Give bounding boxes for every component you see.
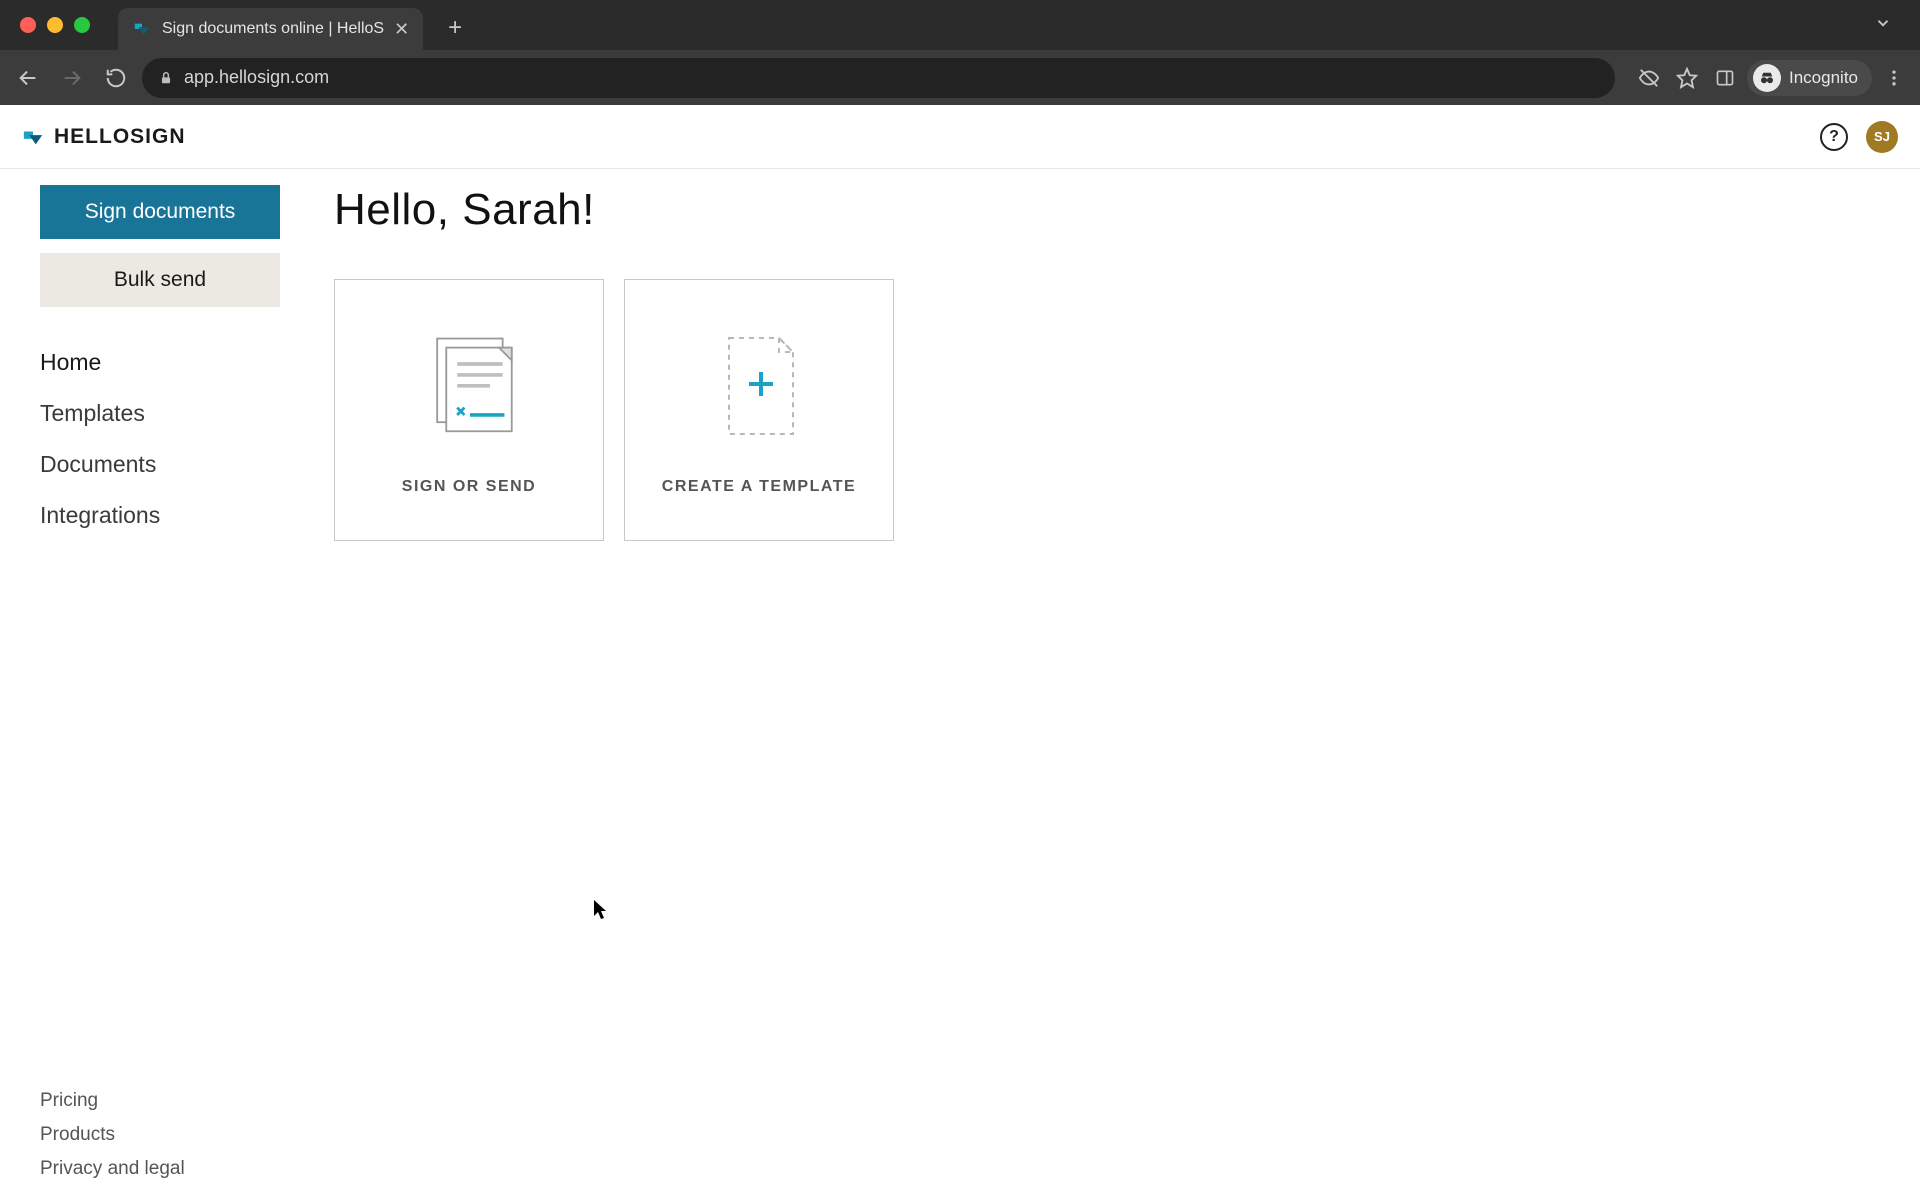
- app-body: Sign documents Bulk send Home Templates …: [0, 105, 1920, 1200]
- browser-chrome: Sign documents online | HelloS ✕ + app.h…: [0, 0, 1920, 105]
- minimize-window-button[interactable]: [47, 17, 63, 33]
- sidebar-nav: Home Templates Documents Integrations: [40, 349, 280, 529]
- card-label: SIGN OR SEND: [402, 478, 536, 496]
- tab-bar: Sign documents online | HelloS ✕ +: [0, 0, 1920, 50]
- new-tab-button[interactable]: +: [441, 14, 469, 42]
- reload-button[interactable]: [98, 60, 134, 96]
- url-field[interactable]: app.hellosign.com: [142, 58, 1615, 98]
- action-cards: SIGN OR SEND CREATE A TEMPLATE: [334, 279, 1906, 541]
- footer-link-products[interactable]: Products: [40, 1124, 280, 1146]
- main-content: Hello, Sarah! SIGN OR SEND: [320, 105, 1920, 1200]
- logo[interactable]: HELLOSIGN: [22, 125, 186, 149]
- eye-off-icon[interactable]: [1633, 62, 1665, 94]
- sidebar-item-integrations[interactable]: Integrations: [40, 502, 280, 529]
- kebab-menu-icon[interactable]: [1878, 62, 1910, 94]
- tabs-overflow-icon[interactable]: [1874, 14, 1892, 37]
- template-plus-icon: [709, 324, 809, 444]
- browser-tab[interactable]: Sign documents online | HelloS ✕: [118, 8, 423, 50]
- close-tab-icon[interactable]: ✕: [394, 19, 409, 40]
- card-create-template[interactable]: CREATE A TEMPLATE: [624, 279, 894, 541]
- footer-link-pricing[interactable]: Pricing: [40, 1090, 280, 1112]
- avatar-initials: SJ: [1874, 129, 1890, 144]
- logo-text: HELLOSIGN: [54, 125, 186, 149]
- address-bar: app.hellosign.com Incognito: [0, 50, 1920, 105]
- sidebar: Sign documents Bulk send Home Templates …: [0, 105, 320, 1200]
- incognito-icon: [1753, 64, 1781, 92]
- bulk-send-button[interactable]: Bulk send: [40, 253, 280, 307]
- document-sign-icon: [419, 324, 519, 444]
- sidebar-footer: Pricing Products Privacy and legal: [40, 1090, 280, 1200]
- close-window-button[interactable]: [20, 17, 36, 33]
- sidebar-item-documents[interactable]: Documents: [40, 451, 280, 478]
- page-title: Hello, Sarah!: [334, 185, 1906, 235]
- sign-documents-button[interactable]: Sign documents: [40, 185, 280, 239]
- forward-button[interactable]: [54, 60, 90, 96]
- window-controls: [20, 17, 90, 33]
- footer-link-privacy[interactable]: Privacy and legal: [40, 1158, 280, 1180]
- panel-icon[interactable]: [1709, 62, 1741, 94]
- back-button[interactable]: [10, 60, 46, 96]
- url-text: app.hellosign.com: [184, 67, 329, 88]
- favicon-icon: [132, 19, 152, 39]
- help-icon[interactable]: ?: [1820, 123, 1848, 151]
- incognito-chip[interactable]: Incognito: [1747, 60, 1872, 96]
- tab-title: Sign documents online | HelloS: [162, 20, 384, 38]
- logo-mark-icon: [22, 126, 44, 148]
- lock-icon: [158, 70, 174, 86]
- star-icon[interactable]: [1671, 62, 1703, 94]
- avatar[interactable]: SJ: [1866, 121, 1898, 153]
- maximize-window-button[interactable]: [74, 17, 90, 33]
- sidebar-item-templates[interactable]: Templates: [40, 400, 280, 427]
- incognito-label: Incognito: [1789, 68, 1858, 88]
- app-header: HELLOSIGN ? SJ: [0, 105, 1920, 169]
- card-label: CREATE A TEMPLATE: [662, 478, 856, 496]
- sidebar-item-home[interactable]: Home: [40, 349, 280, 376]
- card-sign-or-send[interactable]: SIGN OR SEND: [334, 279, 604, 541]
